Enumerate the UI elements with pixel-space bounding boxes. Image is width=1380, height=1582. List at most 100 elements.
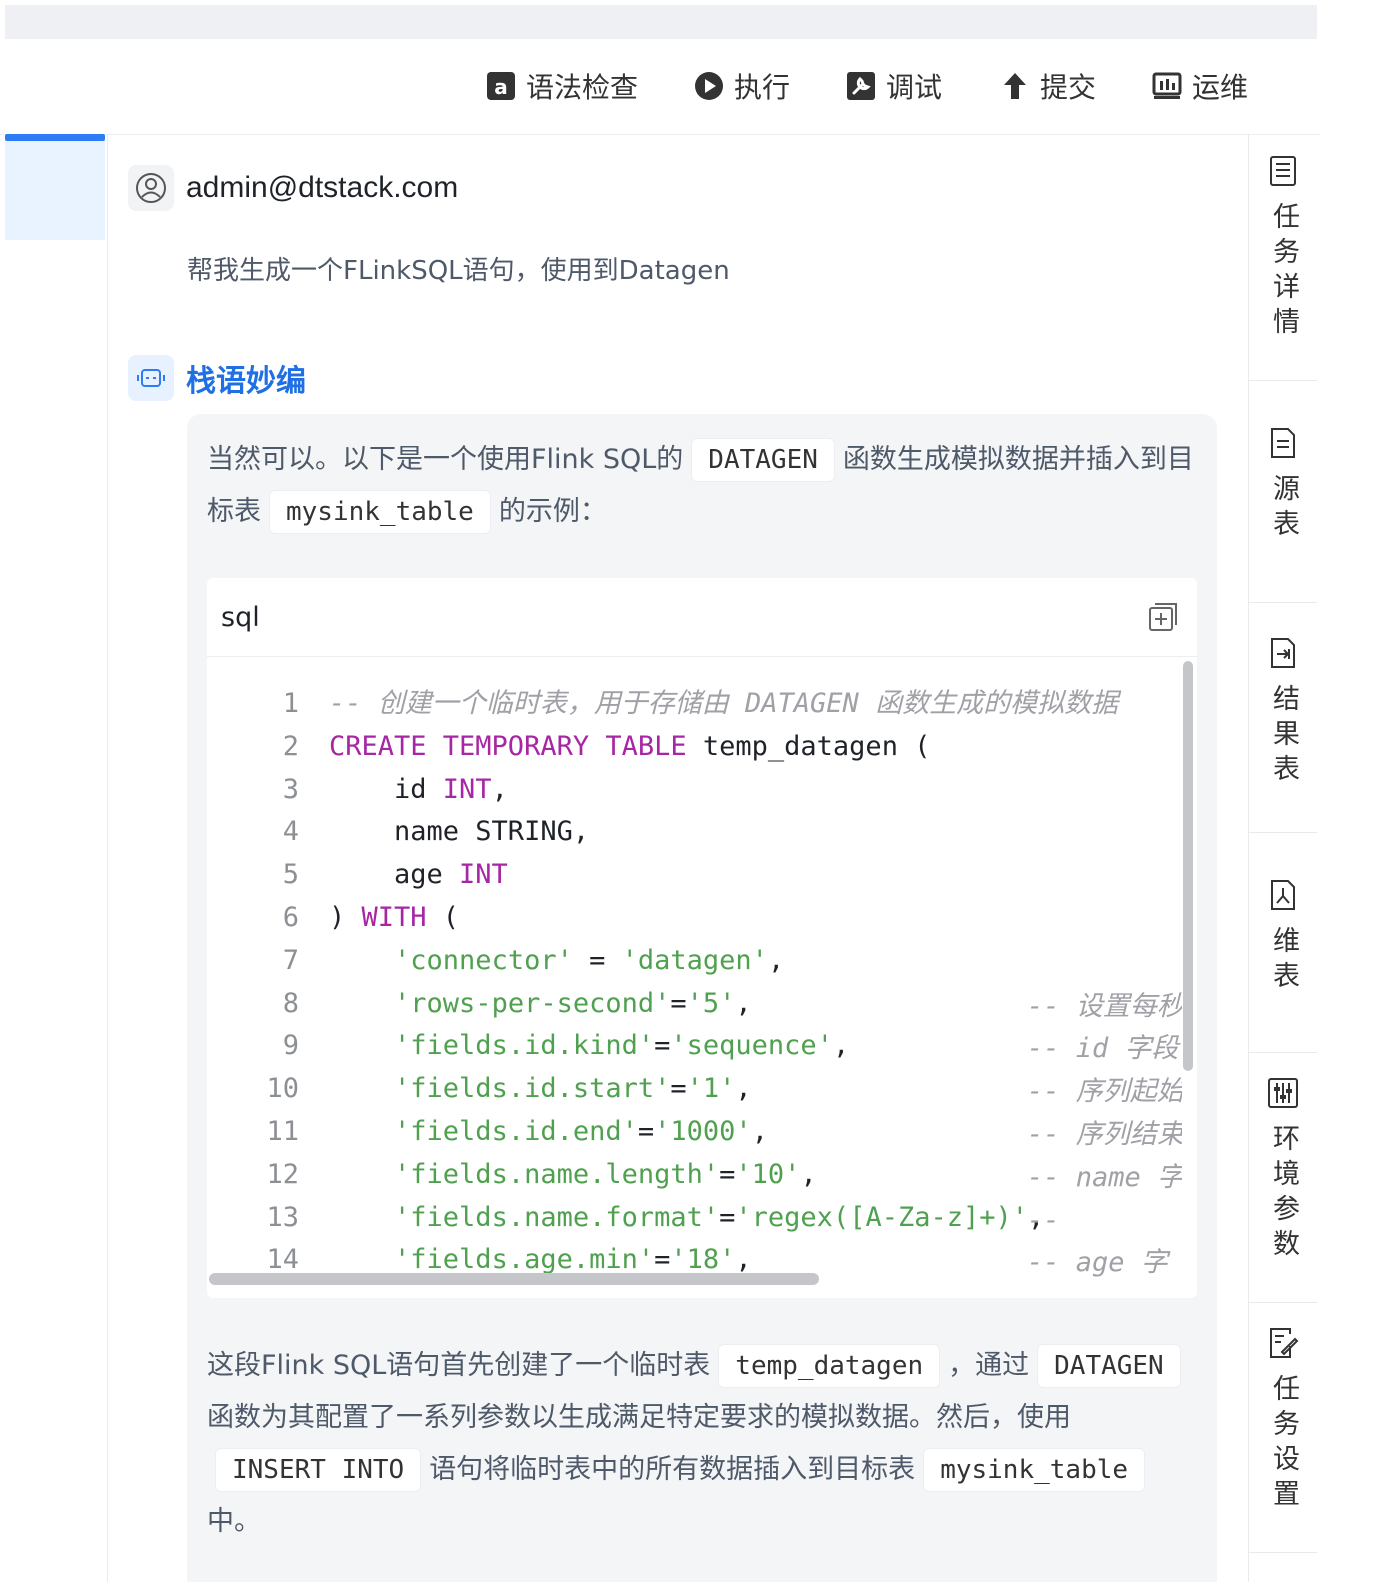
panel-tab-source-table[interactable]: 源表 [1249,426,1317,544]
bot-message-header: 栈语妙编 [128,355,306,401]
panel-divider [1249,832,1317,833]
line-number: 8 [282,987,299,1019]
line-number: 3 [282,773,299,805]
code-token: ) [329,901,362,933]
code-token: = [719,1201,736,1233]
code-token: '18' [670,1244,736,1276]
line-number: 12 [266,1158,299,1190]
panel-tab-result-table[interactable]: 结果表 [1249,636,1317,789]
panel-tab-task-detail[interactable]: 任务详情 [1249,154,1317,342]
line-number: 5 [282,859,299,891]
user-message-header: admin@dtstack.com [128,165,458,211]
bot-name: 栈语妙编 [186,364,306,399]
panel-tab-env-params[interactable]: 环境参数 [1249,1076,1317,1264]
inline-code: temp_datagen [718,1344,941,1388]
code-token: -- 创建一个临时表，用于存储由 DATAGEN 函数生成的模拟数据 [329,688,1119,719]
code-token: temp_datagen ( [686,730,931,762]
code-token: name STRING, [329,816,590,848]
debug-button[interactable]: 调试 [846,64,942,108]
dimension-table-icon [1271,880,1295,910]
code-token: , [800,1158,817,1190]
code-editor[interactable]: 1 -- 创建一个临时表，用于存储由 DATAGEN 函数生成的模拟数据 2 CREA… [207,657,1197,1298]
panel-tab-label: 源表 [1268,474,1299,544]
code-text: CREATE TEMPORARY TABLE temp_datagen ( [329,726,930,769]
vertical-scrollbar[interactable] [1183,661,1193,1071]
code-token: 'connector' [394,944,573,976]
bot-answer-bubble: 当然可以。以下是一个使用Flink SQL的 DATAGEN 函数生成模拟数据并插入… [187,414,1217,1582]
svg-text:a: a [494,75,508,99]
panel-divider [1249,380,1317,381]
run-button[interactable]: 执行 [694,64,790,108]
left-divider [107,134,108,1582]
code-comment-overflow: -- 设置每秒 -- id 字段 -- 序列起始 -- 序列结束 -- name 字 -… [1027,657,1182,1298]
code-token: = [670,1073,687,1105]
syntax-check-button[interactable]: a 语法检查 [486,64,638,108]
ops-button[interactable]: 运维 [1152,64,1248,108]
code-trailing-comment: -- age 字 [1027,1247,1168,1279]
code-text: age INT [329,854,508,897]
run-label: 执行 [734,71,791,104]
user-avatar-icon [136,173,166,203]
code-text: ) WITH ( [329,897,459,940]
code-token: , [735,1073,752,1105]
line-number: 6 [282,901,299,933]
code-text: name STRING, [329,811,589,854]
robot-icon [137,369,165,387]
user-name: admin@dtstack.com [186,171,459,204]
code-token: , [832,1030,850,1062]
code-token: ( [426,901,460,933]
code-token: , [491,773,508,805]
code-text: -- 创建一个临时表，用于存储由 DATAGEN 函数生成的模拟数据 [329,683,1118,726]
line-number: 11 [266,1115,299,1147]
code-token: 'fields.name.format' [394,1201,720,1233]
code-trailing-comment: -- id 字段 [1027,1033,1179,1065]
code-trailing-comment: -- name 字 [1027,1161,1182,1193]
code-text: 'fields.name.length'='10', [329,1154,817,1197]
code-token: INT [442,773,492,805]
submit-button[interactable]: 提交 [1000,64,1096,108]
inline-code: INSERT INTO [215,1448,422,1492]
code-text: 'fields.id.start'='1', [329,1068,752,1111]
horizontal-scrollbar[interactable] [209,1273,819,1285]
panel-divider [1249,602,1317,603]
code-text: 'fields.id.end'='1000', [329,1111,768,1154]
explanation-text: 语句将临时表中的所有数据插入到目标表 [429,1454,916,1485]
code-token: '5' [686,987,736,1019]
env-params-icon [1268,1078,1298,1108]
panel-tab-dimension-table[interactable]: 维表 [1249,878,1317,996]
code-token: id [329,773,443,805]
code-token: = [719,1158,736,1190]
left-nav-active-item[interactable] [5,134,105,240]
code-token: CREATE TEMPORARY TABLE [329,730,687,762]
upload-arrow-icon [1000,71,1030,101]
right-side-panel: 任务详情 源表 结果表 维表 环境参数 任务设置 [1248,134,1317,1582]
code-trailing-comment: -- [1027,1204,1060,1236]
submit-label: 提交 [1040,71,1097,104]
code-token: 'fields.name.length' [394,1158,720,1190]
debug-icon [846,71,876,101]
code-token: 'datagen' [621,944,768,976]
line-number: 2 [282,730,299,762]
line-number: 10 [266,1073,299,1105]
panel-tab-label: 结果表 [1268,684,1299,789]
code-token: 'rows-per-second' [394,987,671,1019]
code-block-header: sql [207,578,1197,657]
panel-tab-task-settings[interactable]: 任务设置 [1249,1326,1317,1514]
copy-icon[interactable] [1147,601,1179,633]
explanation-text: 这段Flink SQL语句首先创建了一个临时表 [207,1350,711,1381]
code-token: = [654,1244,671,1276]
task-detail-icon [1270,156,1296,186]
debug-label: 调试 [886,71,943,104]
code-text: id INT, [329,769,508,812]
task-settings-icon [1270,1328,1299,1358]
syntax-check-label: 语法检查 [526,71,639,104]
intro-text: 当然可以。以下是一个使用Flink SQL的 [207,444,684,475]
code-token: = [654,1030,671,1062]
toolbar: a 语法检查 执行 调试 提交 运维 [0,40,1320,135]
top-strip [5,5,1317,39]
explanation-text: 中。 [207,1506,261,1537]
